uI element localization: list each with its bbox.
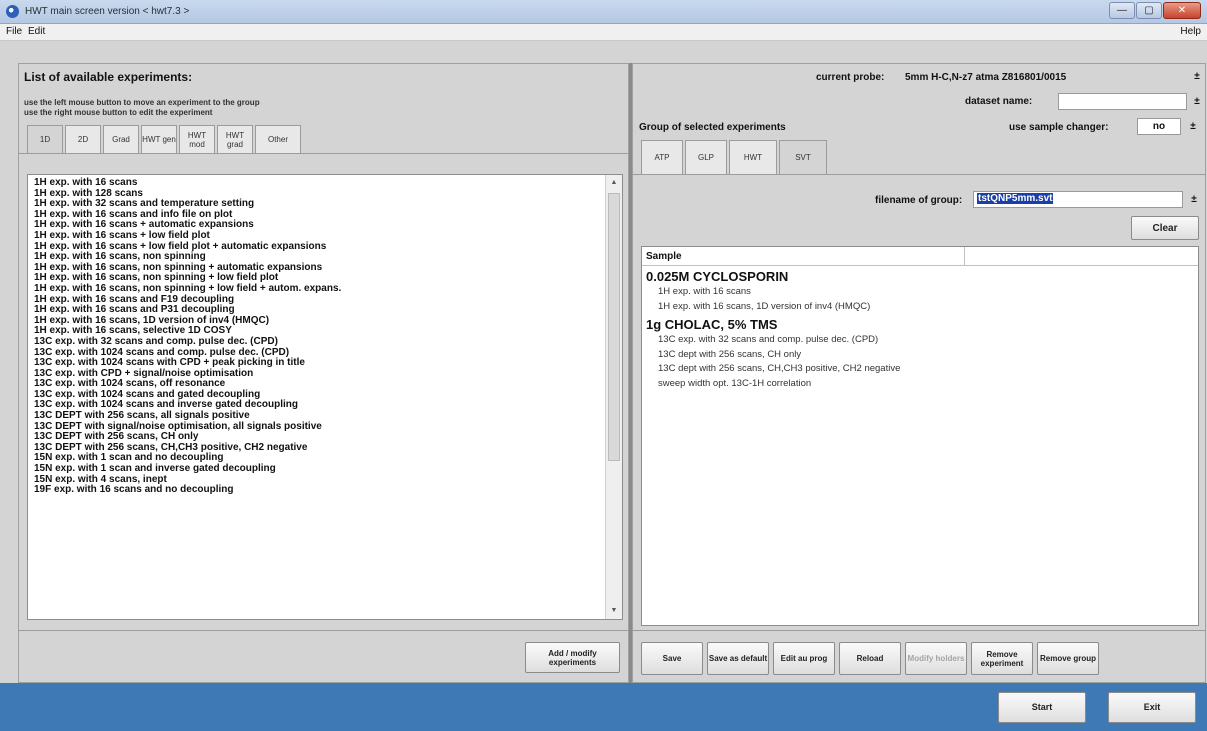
scroll-up-icon[interactable]: ▲ <box>606 175 622 191</box>
window-title: HWT main screen version < hwt7.3 > <box>25 6 190 17</box>
sample-changer-label: use sample changer: <box>1009 122 1109 133</box>
filename-label: filename of group: <box>875 195 963 206</box>
filename-value: tstQNP5mm.svt <box>977 193 1054 204</box>
probe-dropdown-icon[interactable] <box>1191 68 1203 85</box>
scroll-thumb[interactable] <box>608 193 620 461</box>
selected-group-panel: current probe: 5mm H-C,N-z7 atma Z816801… <box>632 63 1206 683</box>
right-tab-divider <box>633 174 1205 175</box>
add-modify-experiments-button[interactable]: Add / modify experiments <box>525 642 620 673</box>
tab-2d[interactable]: 2D <box>65 125 101 153</box>
sample-changer-field[interactable]: no <box>1137 118 1181 135</box>
list-item[interactable]: 19F exp. with 16 scans and no decoupling <box>34 485 616 496</box>
group-type-tabs: ATP GLP HWT SVT <box>641 140 829 174</box>
remove-experiment-button[interactable]: Remove experiment <box>971 642 1033 675</box>
tab-1d[interactable]: 1D <box>27 125 63 153</box>
sample-table[interactable]: Sample 0.025M CYCLOSPORIN 1H exp. with 16… <box>641 246 1199 626</box>
clear-button[interactable]: Clear <box>1131 216 1199 240</box>
dataset-dropdown-icon[interactable] <box>1191 93 1203 110</box>
list-item[interactable]: 13C exp. with 32 scans and comp. pulse d… <box>34 336 616 348</box>
sample-column-header[interactable]: Sample <box>646 251 682 262</box>
experiment-type-tabs: 1D 2D Grad HWT gen HWT mod HWT grad Othe… <box>27 125 303 153</box>
group-heading: Group of selected experiments <box>639 122 786 133</box>
remove-group-button[interactable]: Remove group <box>1037 642 1099 675</box>
edit-au-prog-button[interactable]: Edit au prog <box>773 642 835 675</box>
available-experiments-list[interactable]: 1H exp. with 16 scans 1H exp. with 128 sc… <box>27 174 623 620</box>
sample-group-title[interactable]: 1g CHOLAC, 5% TMS <box>642 316 1198 333</box>
sample-experiment[interactable]: 13C dept with 256 scans, CH,CH3 positive… <box>642 362 1198 377</box>
tab-grad[interactable]: Grad <box>103 125 139 153</box>
sample-experiment[interactable]: sweep width opt. 13C-1H correlation <box>642 377 1198 392</box>
right-click-hint: use the right mouse button to edit the e… <box>24 108 213 117</box>
menu-bar: File Edit Help <box>0 24 1207 41</box>
maximize-icon[interactable]: ▢ <box>1136 2 1162 19</box>
window-controls: — ▢ ✕ <box>1108 2 1201 19</box>
tab-other[interactable]: Other <box>255 125 301 153</box>
list-item[interactable]: 1H exp. with 16 scans, non spinning + lo… <box>34 283 616 295</box>
app-icon <box>6 5 19 18</box>
tab-svt[interactable]: SVT <box>779 140 827 174</box>
title-bar: HWT main screen version < hwt7.3 > — ▢ ✕ <box>0 0 1207 24</box>
sample-experiment[interactable]: 1H exp. with 16 scans, 1D version of inv… <box>642 300 1198 315</box>
tab-hwt-mod[interactable]: HWT mod <box>179 125 215 153</box>
column-separator[interactable] <box>964 247 965 266</box>
sample-experiment[interactable]: 13C dept with 256 scans, CH only <box>642 348 1198 363</box>
dataset-name-label: dataset name: <box>965 96 1033 107</box>
bottom-divider <box>19 630 628 631</box>
start-button[interactable]: Start <box>998 692 1086 723</box>
scroll-down-icon[interactable]: ▼ <box>606 603 622 619</box>
modify-holders-button[interactable]: Modify holders <box>905 642 967 675</box>
sample-group-title[interactable]: 0.025M CYCLOSPORIN <box>642 268 1198 285</box>
reload-button[interactable]: Reload <box>839 642 901 675</box>
list-item[interactable]: 1H exp. with 16 scans <box>34 177 616 189</box>
probe-label: current probe: <box>816 72 885 83</box>
minimize-icon[interactable]: — <box>1109 2 1135 19</box>
tab-hwt[interactable]: HWT <box>729 140 777 174</box>
sample-experiment[interactable]: 13C exp. with 32 scans and comp. pulse d… <box>642 333 1198 348</box>
dataset-name-field[interactable] <box>1058 93 1187 110</box>
tab-hwt-grad[interactable]: HWT grad <box>217 125 253 153</box>
exit-button[interactable]: Exit <box>1108 692 1196 723</box>
available-experiments-panel: List of available experiments: use the l… <box>18 63 629 683</box>
filename-dropdown-icon[interactable] <box>1188 191 1200 208</box>
sample-groups: 0.025M CYCLOSPORIN 1H exp. with 16 scans 1… <box>642 268 1198 391</box>
sample-experiment[interactable]: 1H exp. with 16 scans <box>642 285 1198 300</box>
menu-file[interactable]: File <box>6 26 22 37</box>
menu-edit[interactable]: Edit <box>28 26 45 37</box>
close-icon[interactable]: ✕ <box>1163 2 1201 19</box>
list-scrollbar[interactable]: ▲ ▼ <box>605 175 622 619</box>
tab-glp[interactable]: GLP <box>685 140 727 174</box>
tab-divider <box>19 153 628 154</box>
list-item[interactable]: 1H exp. with 16 scans + low field plot <box>34 230 616 242</box>
tab-hwt-gen[interactable]: HWT gen <box>141 125 177 153</box>
save-as-default-button[interactable]: Save as default <box>707 642 769 675</box>
probe-value: 5mm H-C,N-z7 atma Z816801/0015 <box>905 72 1067 83</box>
footer-bar: Start Exit <box>0 683 1207 731</box>
available-experiments-heading: List of available experiments: <box>24 70 193 84</box>
left-click-hint: use the left mouse button to move an exp… <box>24 98 260 107</box>
filename-field[interactable]: tstQNP5mm.svt <box>973 191 1183 208</box>
menu-help[interactable]: Help <box>1180 26 1201 37</box>
experiment-list: 1H exp. with 16 scans 1H exp. with 128 sc… <box>28 175 622 499</box>
sample-changer-dropdown-icon[interactable] <box>1187 118 1199 135</box>
sample-table-header: Sample <box>642 247 1198 266</box>
save-button[interactable]: Save <box>641 642 703 675</box>
right-bottom-divider <box>633 630 1205 631</box>
tab-atp[interactable]: ATP <box>641 140 683 174</box>
